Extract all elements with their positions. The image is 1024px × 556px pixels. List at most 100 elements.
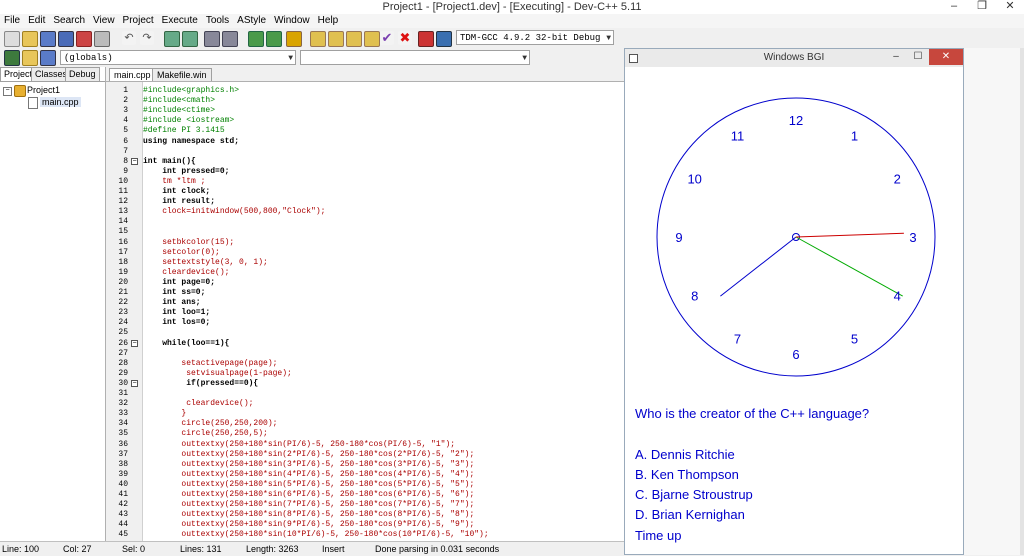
line-number: 18 xyxy=(118,257,128,267)
line-number: 39 xyxy=(118,469,128,479)
status-message: Done parsing in 0.031 seconds xyxy=(375,544,500,554)
window-controls: – ❐ ✕ xyxy=(940,0,1024,14)
scope-select[interactable]: (globals) ▼ xyxy=(60,50,296,65)
chevron-down-icon: ▼ xyxy=(606,34,611,43)
close-button[interactable]: ✕ xyxy=(996,0,1024,14)
stop-execution-icon[interactable]: ✖ xyxy=(398,31,412,45)
tab-debug[interactable]: Debug xyxy=(65,67,100,81)
code-line: while(loo==1){ xyxy=(143,338,230,348)
close-file-icon[interactable] xyxy=(76,31,92,47)
undo-icon[interactable]: ↶ xyxy=(122,31,136,45)
line-number: 8 xyxy=(123,156,128,166)
line-number: 14 xyxy=(118,217,128,227)
replace-icon[interactable] xyxy=(182,31,198,47)
code-line: #include<cmath> xyxy=(143,96,216,106)
quiz-option-b[interactable]: B. Ken Thompson xyxy=(635,467,739,482)
syntax-check-icon[interactable]: ✔ xyxy=(380,31,394,45)
unindent-icon[interactable] xyxy=(266,31,282,47)
status-mode: Insert xyxy=(322,544,345,554)
line-number: 45 xyxy=(118,530,128,540)
menu-search[interactable]: Search xyxy=(49,14,89,28)
quiz-option-d[interactable]: D. Brian Kernighan xyxy=(635,507,745,522)
fold-toggle-icon[interactable]: − xyxy=(131,157,138,165)
code-line: setactivepage(page); xyxy=(143,358,278,368)
toggle-comment-icon[interactable] xyxy=(286,31,302,47)
bgi-maximize-button[interactable]: ☐ xyxy=(907,49,929,65)
line-number: 31 xyxy=(118,389,128,398)
menu-window[interactable]: Window xyxy=(270,14,314,28)
print-icon[interactable] xyxy=(94,31,110,47)
goto-bookmark-icon[interactable] xyxy=(40,50,56,66)
fold-toggle-icon[interactable]: − xyxy=(131,379,138,387)
line-number: 41 xyxy=(118,490,128,499)
code-line: int main(){ xyxy=(143,156,196,166)
bgi-close-button[interactable]: ✕ xyxy=(929,49,963,65)
chevron-down-icon: ▼ xyxy=(522,54,527,63)
open-folder-icon[interactable] xyxy=(22,31,38,47)
code-line: int ans; xyxy=(143,298,201,308)
compile-run-icon[interactable] xyxy=(346,31,362,47)
run-icon[interactable] xyxy=(328,31,344,47)
indent-icon[interactable] xyxy=(248,31,264,47)
goto-line-icon[interactable] xyxy=(204,31,220,47)
menu-execute[interactable]: Execute xyxy=(158,14,202,28)
quiz-option-a[interactable]: A. Dennis Ritchie xyxy=(635,447,735,462)
line-number: 44 xyxy=(118,520,128,530)
new-file-icon[interactable] xyxy=(4,31,20,47)
status-length: Length: 3263 xyxy=(246,544,299,554)
fold-toggle-icon[interactable]: − xyxy=(131,339,138,347)
minute-hand xyxy=(795,236,903,297)
line-number: 36 xyxy=(118,439,128,449)
status-lines: Lines: 131 xyxy=(180,544,222,554)
menu-tools[interactable]: Tools xyxy=(202,14,233,28)
code-line: outtextxy(250+180*sin(4*PI/6)-5, 250-180… xyxy=(143,469,475,479)
line-number: 7 xyxy=(123,146,128,156)
line-number: 38 xyxy=(118,459,128,469)
background-area xyxy=(964,48,1024,555)
menu-edit[interactable]: Edit xyxy=(24,14,49,28)
scrollbar[interactable] xyxy=(1020,48,1024,555)
collapse-icon[interactable]: − xyxy=(3,87,12,96)
toggle-bookmark-icon[interactable] xyxy=(22,50,38,66)
quiz-option-c[interactable]: C. Bjarne Stroustrup xyxy=(635,487,753,502)
menu-project[interactable]: Project xyxy=(119,14,158,28)
code-line: outtextxy(250+180*sin(PI/6)-5, 250-180*c… xyxy=(143,439,456,449)
status-col: Col: 27 xyxy=(63,544,92,554)
save-all-icon[interactable] xyxy=(58,31,74,47)
redo-icon[interactable]: ↷ xyxy=(140,31,154,45)
debug-icon[interactable] xyxy=(436,31,452,47)
bookmark-icon[interactable] xyxy=(222,31,238,47)
project-panel: Project Classes Debug − Project1 main.cp… xyxy=(0,67,106,541)
menu-astyle[interactable]: AStyle xyxy=(233,14,270,28)
tab-main-cpp[interactable]: main.cpp xyxy=(109,68,156,81)
maximize-button[interactable]: ❐ xyxy=(968,0,996,14)
compiler-select-value: TDM-GCC 4.9.2 32-bit Debug xyxy=(460,33,601,43)
profile-icon[interactable] xyxy=(418,31,434,47)
tree-project[interactable]: Project1 xyxy=(27,85,60,95)
line-number: 25 xyxy=(118,328,128,338)
line-number: 26 xyxy=(118,338,128,348)
menu-view[interactable]: View xyxy=(89,14,119,28)
save-icon[interactable] xyxy=(40,31,56,47)
line-number: 28 xyxy=(118,358,128,368)
clock-canvas: 121234567891011 xyxy=(656,97,936,377)
line-number: 5 xyxy=(123,126,128,136)
tree-file[interactable]: main.cpp xyxy=(40,97,81,107)
line-number: 40 xyxy=(118,479,128,489)
code-editor[interactable]: 1 2 3 4 5 6 7 8−9 10 11 12 13 14 15 16 17 18 19 20 21 22 23 24… xyxy=(106,81,624,542)
clock-number-1: 1 xyxy=(851,129,858,144)
rebuild-icon[interactable] xyxy=(364,31,380,47)
menu-help[interactable]: Help xyxy=(314,14,343,28)
bgi-minimize-button[interactable]: – xyxy=(885,49,907,65)
code-line: circle(250,250,5); xyxy=(143,429,268,439)
tab-makefile[interactable]: Makefile.win xyxy=(152,68,212,81)
minimize-button[interactable]: – xyxy=(940,0,968,14)
find-icon[interactable] xyxy=(164,31,180,47)
code-line: outtextxy(250+180*sin(6*PI/6)-5, 250-180… xyxy=(143,490,475,499)
insert-icon[interactable] xyxy=(4,50,20,66)
compile-icon[interactable] xyxy=(310,31,326,47)
function-select[interactable]: ▼ xyxy=(300,50,530,65)
compiler-select[interactable]: TDM-GCC 4.9.2 32-bit Debug ▼ xyxy=(456,30,614,45)
menu-file[interactable]: File xyxy=(0,14,24,28)
line-number: 43 xyxy=(118,510,128,520)
